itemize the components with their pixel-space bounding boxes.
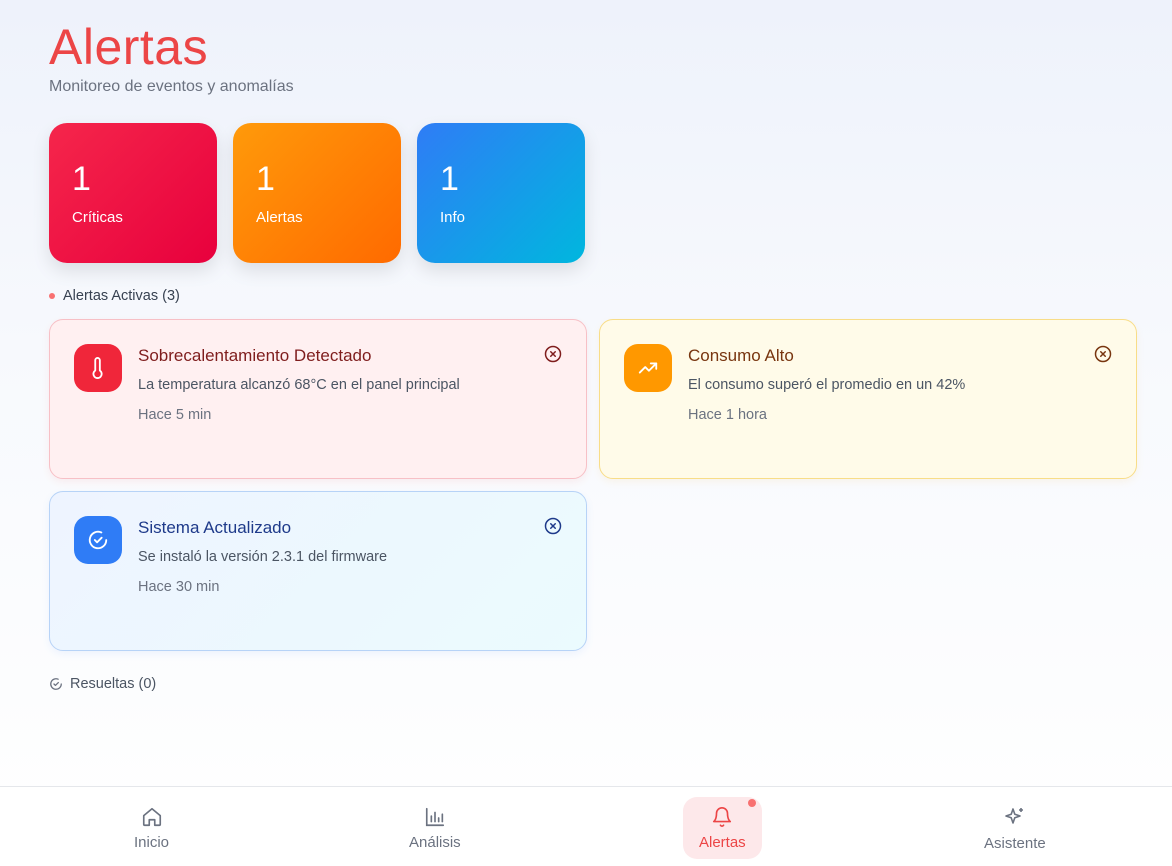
stat-label: Alertas xyxy=(256,209,303,226)
stat-card-warning[interactable]: 1 Alertas xyxy=(233,123,401,263)
thermometer-icon xyxy=(74,344,122,392)
stat-card-info[interactable]: 1 Info xyxy=(417,123,585,263)
alert-message: Se instaló la versión 2.3.1 del firmware xyxy=(138,549,388,565)
bell-icon xyxy=(713,806,732,827)
close-circle-icon xyxy=(544,517,562,535)
sparkles-icon xyxy=(1005,807,1023,824)
stats-row: 1 Críticas 1 Alertas 1 Info xyxy=(49,123,585,263)
nav-item-inicio[interactable]: Inicio xyxy=(118,797,185,859)
dismiss-button[interactable] xyxy=(543,344,563,364)
home-icon xyxy=(142,807,161,826)
page-title: Alertas xyxy=(49,19,209,75)
stat-card-critical[interactable]: 1 Críticas xyxy=(49,123,217,263)
nav-label: Alertas xyxy=(699,833,746,851)
bottom-nav: Inicio Análisis Alertas Asistente xyxy=(0,786,1172,866)
close-circle-icon xyxy=(1094,345,1112,363)
trending-up-icon xyxy=(624,344,672,392)
stat-value: 1 xyxy=(440,160,459,198)
check-circle-icon xyxy=(50,678,62,690)
resolved-label: Resueltas (0) xyxy=(70,676,157,692)
nav-label: Inicio xyxy=(134,833,170,851)
status-dot xyxy=(49,293,55,299)
resolved-section-toggle[interactable]: Resueltas (0) xyxy=(49,676,156,692)
dismiss-button[interactable] xyxy=(543,516,563,536)
alert-body: Sistema Actualizado Se instaló la versió… xyxy=(138,518,387,595)
alert-message: El consumo superó el promedio en un 42% xyxy=(688,377,966,393)
stat-label: Info xyxy=(440,209,466,226)
page-header: Alertas Monitoreo de eventos y anomalías xyxy=(49,18,294,96)
active-alerts-label: Alertas Activas (3) xyxy=(63,288,180,304)
alert-title: Consumo Alto xyxy=(688,346,794,365)
alert-title: Sobrecalentamiento Detectado xyxy=(138,346,372,365)
alert-body: Consumo Alto El consumo superó el promed… xyxy=(688,346,965,423)
bar-chart-icon xyxy=(425,807,444,826)
stat-value: 1 xyxy=(72,160,91,198)
nav-label: Análisis xyxy=(409,833,461,851)
alert-time: Hace 30 min xyxy=(138,579,220,595)
alert-title: Sistema Actualizado xyxy=(138,518,292,537)
alert-card-warning[interactable]: Consumo Alto El consumo superó el promed… xyxy=(599,319,1137,479)
check-circle-icon xyxy=(74,516,122,564)
close-circle-icon xyxy=(544,345,562,363)
stat-label: Críticas xyxy=(72,209,123,226)
nav-item-alertas[interactable]: Alertas xyxy=(683,797,762,859)
nav-label: Asistente xyxy=(984,834,1046,852)
nav-item-asistente[interactable]: Asistente xyxy=(968,797,1062,859)
alert-body: Sobrecalentamiento Detectado La temperat… xyxy=(138,346,460,423)
active-alerts-heading: Alertas Activas (3) xyxy=(49,288,180,304)
notification-badge xyxy=(747,799,756,807)
dismiss-button[interactable] xyxy=(1093,344,1113,364)
alert-card-info[interactable]: Sistema Actualizado Se instaló la versió… xyxy=(49,491,587,651)
stat-value: 1 xyxy=(256,160,275,198)
alert-message: La temperatura alcanzó 68°C en el panel … xyxy=(138,377,460,393)
alert-time: Hace 5 min xyxy=(138,407,212,423)
alert-time: Hace 1 hora xyxy=(688,407,767,423)
nav-item-analisis[interactable]: Análisis xyxy=(393,797,477,859)
alert-card-critical[interactable]: Sobrecalentamiento Detectado La temperat… xyxy=(49,319,587,479)
page-subtitle: Monitoreo de eventos y anomalías xyxy=(49,78,294,95)
